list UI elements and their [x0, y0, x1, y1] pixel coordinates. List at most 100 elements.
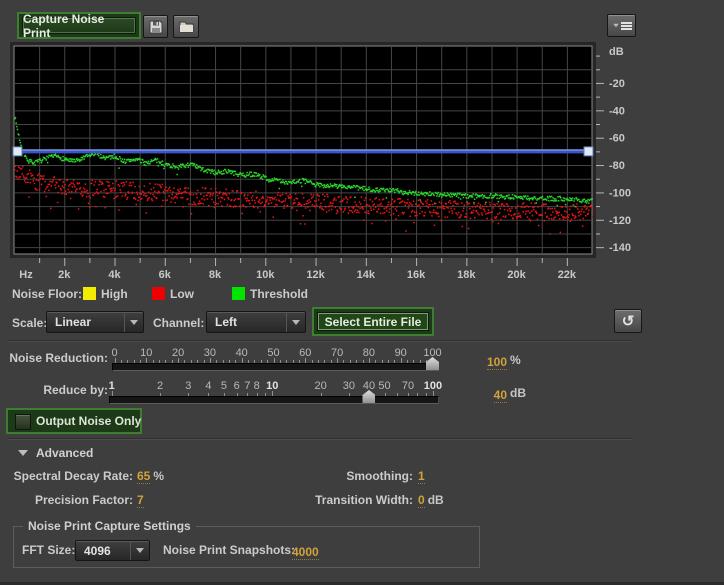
reset-button[interactable]: ↺	[614, 309, 642, 333]
output-noise-only-checkbox[interactable]	[15, 414, 31, 430]
y-axis-tick-label: -40	[609, 105, 625, 117]
noise-reduction-panel: Capture Noise Print -20 -40 -60 -80 -100 -120…	[0, 0, 724, 585]
legend-swatch-high	[83, 287, 96, 300]
channel-value: Left	[207, 315, 286, 329]
precision-factor-label: Precision Factor:	[0, 493, 133, 507]
noise-floor-graph[interactable]: -20 -40 -60 -80 -100 -120 -140 dB 2k 4k 6k 8k 10k 12k…	[8, 42, 640, 278]
load-noise-print-button[interactable]	[173, 15, 199, 38]
chevron-down-icon	[292, 320, 300, 325]
transition-width-group: 0 dB	[418, 493, 444, 508]
slider-tick-label: 50	[378, 380, 390, 392]
capture-noise-print-button[interactable]: Capture Noise Print	[22, 17, 136, 34]
x-axis-tick-label: 14k	[357, 269, 376, 278]
smoothing-label: Smoothing:	[240, 469, 413, 483]
fft-size-label: FFT Size:	[22, 543, 75, 557]
folder-icon	[179, 20, 194, 33]
slider-tick-label: 5	[221, 380, 227, 392]
noise-print-snapshots-value[interactable]: 4000	[292, 545, 319, 560]
select-entire-file-button[interactable]: Select Entire File	[317, 312, 429, 331]
divider	[8, 340, 633, 341]
scale-value: Linear	[47, 315, 124, 329]
x-axis-tick-label: 16k	[407, 269, 426, 278]
output-noise-only-glow: Output Noise Only	[6, 408, 142, 434]
reduce-by-unit: dB	[510, 386, 526, 404]
transition-width-unit: dB	[428, 493, 444, 508]
save-noise-print-button[interactable]	[143, 15, 168, 38]
divider	[8, 438, 633, 439]
precision-factor-group: 7	[137, 493, 144, 508]
slider-track[interactable]	[109, 396, 439, 404]
reduce-by-value-group: 40 dB	[455, 386, 575, 404]
reduce-by-label: Reduce by:	[0, 383, 108, 397]
threshold-handle-left[interactable]	[13, 147, 22, 156]
panel-menu-icon	[612, 21, 632, 31]
legend-label-threshold: Threshold	[250, 287, 308, 301]
select-entire-file-glow: Select Entire File	[312, 307, 434, 336]
spectrum-plot[interactable]: -20 -40 -60 -80 -100 -120 -140 dB 2k 4k 6k 8k 10k 12k…	[8, 42, 640, 278]
capture-settings-title: Noise Print Capture Settings	[23, 519, 196, 533]
x-axis-tick-label: 18k	[457, 269, 476, 278]
spectral-decay-rate-value[interactable]: 65	[137, 469, 150, 484]
spectral-decay-rate-label: Spectral Decay Rate:	[0, 469, 133, 483]
legend-label: Noise Floor:	[12, 287, 82, 301]
panel-menu-button[interactable]	[607, 14, 636, 37]
legend-label-high: High	[101, 287, 128, 301]
advanced-header[interactable]: Advanced	[36, 446, 93, 460]
slider-tick-label: 7	[244, 380, 250, 392]
channel-label: Channel:	[153, 316, 204, 330]
legend-label-low: Low	[170, 287, 194, 301]
output-noise-only-label[interactable]: Output Noise Only	[36, 414, 141, 428]
y-axis-unit-label: dB	[609, 46, 624, 58]
smoothing-group: 1	[418, 469, 425, 484]
chevron-down-icon	[130, 320, 138, 325]
noise-reduction-value[interactable]: 100	[487, 355, 507, 370]
transition-width-value[interactable]: 0	[418, 493, 425, 508]
slider-tick-label: 4	[205, 380, 211, 392]
x-axis-tick-label: 20k	[507, 269, 526, 278]
y-axis-tick-label: -100	[609, 187, 631, 199]
transition-width-label: Transition Width:	[240, 493, 413, 507]
slider-track[interactable]	[112, 363, 439, 371]
slider-tick-label: 3	[185, 380, 191, 392]
slider-tick-label: 70	[402, 380, 414, 392]
noise-print-snapshots-group: 4000	[292, 543, 319, 561]
x-axis-tick-label: 10k	[256, 269, 275, 278]
noise-print-capture-settings-group: Noise Print Capture Settings FFT Size: 4…	[13, 526, 480, 568]
y-axis-tick-label: -140	[609, 242, 631, 254]
precision-factor-value[interactable]: 7	[137, 493, 144, 508]
slider-tick-label: 8	[254, 380, 260, 392]
reduce-by-value[interactable]: 40	[494, 388, 507, 403]
x-axis-tick-label: 22k	[558, 269, 577, 278]
noise-reduction-unit: %	[510, 353, 521, 371]
x-axis-tick-label: 6k	[159, 269, 172, 278]
x-axis-tick-label: 2k	[58, 269, 71, 278]
threshold-handle-right[interactable]	[584, 147, 593, 156]
x-axis-tick-label: 8k	[209, 269, 222, 278]
y-axis-tick-label: -120	[609, 215, 631, 227]
x-axis-tick-label: 4k	[108, 269, 121, 278]
fft-size-dropdown[interactable]: 4096	[75, 540, 150, 561]
noise-reduction-label: Noise Reduction:	[0, 351, 108, 365]
y-axis-tick-label: -80	[609, 160, 625, 172]
noise-reduction-value-group: 100 %	[455, 353, 575, 371]
save-icon	[149, 20, 163, 34]
slider-tick-label: 20	[315, 380, 327, 392]
legend-swatch-threshold	[232, 287, 245, 300]
fft-size-value: 4096	[76, 544, 130, 558]
channel-dropdown[interactable]: Left	[206, 311, 306, 333]
scale-dropdown[interactable]: Linear	[46, 311, 144, 333]
slider-tick-label: 6	[234, 380, 240, 392]
slider-tick-label: 2	[157, 380, 163, 392]
noise-print-snapshots-label: Noise Print Snapshots:	[163, 543, 295, 557]
chevron-down-icon	[136, 548, 144, 553]
y-axis-tick-label: -60	[609, 133, 625, 145]
advanced-collapse-icon[interactable]	[18, 450, 28, 456]
spectral-decay-rate-group: 65 %	[137, 469, 164, 484]
scale-label: Scale:	[12, 316, 47, 330]
x-axis-tick-label: 12k	[306, 269, 325, 278]
capture-noise-print-glow: Capture Noise Print	[17, 12, 141, 39]
spectral-decay-rate-unit: %	[153, 469, 164, 484]
slider-tick-label: 30	[343, 380, 355, 392]
smoothing-value[interactable]: 1	[418, 469, 425, 484]
y-axis-tick-label: -20	[609, 78, 625, 90]
